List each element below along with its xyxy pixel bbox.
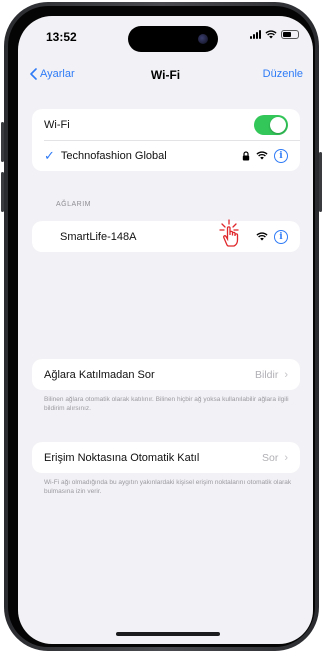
lock-icon xyxy=(242,150,250,160)
connected-network-row[interactable]: ✓ Technofashion Global i xyxy=(32,140,300,171)
wifi-toggle-row: Wi-Fi xyxy=(32,109,300,140)
side-button xyxy=(1,172,4,212)
checkmark-icon: ✓ xyxy=(44,147,55,163)
auto-join-hotspot-row[interactable]: Erişim Noktasına Otomatik Katıl Sor › xyxy=(32,442,300,473)
side-button xyxy=(319,152,322,212)
ask-to-join-value: Bildir xyxy=(254,368,279,381)
wifi-group: Wi-Fi ✓ Technofashion Global i xyxy=(32,109,300,171)
network-row[interactable]: SmartLife-148A i xyxy=(32,221,300,252)
auto-join-hotspot-label: Erişim Noktasına Otomatik Katıl xyxy=(44,451,200,464)
connected-network-name: Technofashion Global xyxy=(60,149,167,162)
status-icons xyxy=(250,30,299,39)
info-icon[interactable]: i xyxy=(274,229,288,244)
dynamic-island xyxy=(128,26,218,52)
side-button xyxy=(1,122,4,162)
edit-button[interactable]: Düzenle xyxy=(263,68,303,80)
networks-section-header: AĞLARIM xyxy=(56,201,92,208)
wifi-status-icon xyxy=(265,30,277,39)
wifi-signal-icon xyxy=(256,151,268,160)
cellular-signal-icon xyxy=(250,30,261,39)
front-camera xyxy=(198,34,208,44)
toggle-knob xyxy=(270,116,286,133)
networks-group: SmartLife-148A i xyxy=(32,221,300,252)
phone-frame: 13:52 Ayarlar Wi-Fi Düzenle Wi-Fi ✓ Tech… xyxy=(1,2,322,651)
auto-join-hotspot-footer: Wi-Fi ağı olmadığında bu aygıtın yakınla… xyxy=(44,479,292,495)
status-time: 13:52 xyxy=(46,30,77,44)
ask-to-join-row[interactable]: Ağlara Katılmadan Sor Bildir › xyxy=(32,359,300,390)
info-icon[interactable]: i xyxy=(274,148,288,163)
screen: 13:52 Ayarlar Wi-Fi Düzenle Wi-Fi ✓ Tech… xyxy=(18,16,313,644)
ask-to-join-label: Ağlara Katılmadan Sor xyxy=(44,368,155,381)
ask-to-join-footer: Bilinen ağlara otomatik olarak katılınır… xyxy=(44,396,289,412)
navigation-bar: Ayarlar Wi-Fi Düzenle xyxy=(18,64,313,90)
chevron-right-icon: › xyxy=(284,451,288,464)
ask-to-join-group: Ağlara Katılmadan Sor Bildir › xyxy=(32,359,300,390)
chevron-right-icon: › xyxy=(284,368,288,381)
wifi-toggle[interactable] xyxy=(254,114,288,135)
home-indicator[interactable] xyxy=(116,632,220,636)
battery-icon xyxy=(281,30,299,39)
auto-join-hotspot-value: Sor xyxy=(261,451,279,464)
wifi-toggle-label: Wi-Fi xyxy=(44,118,70,131)
tap-hand-pointer-icon xyxy=(219,219,239,247)
phone-bezel: 13:52 Ayarlar Wi-Fi Düzenle Wi-Fi ✓ Tech… xyxy=(8,6,315,647)
wifi-signal-icon xyxy=(256,232,268,241)
auto-join-hotspot-group: Erişim Noktasına Otomatik Katıl Sor › xyxy=(32,442,300,473)
